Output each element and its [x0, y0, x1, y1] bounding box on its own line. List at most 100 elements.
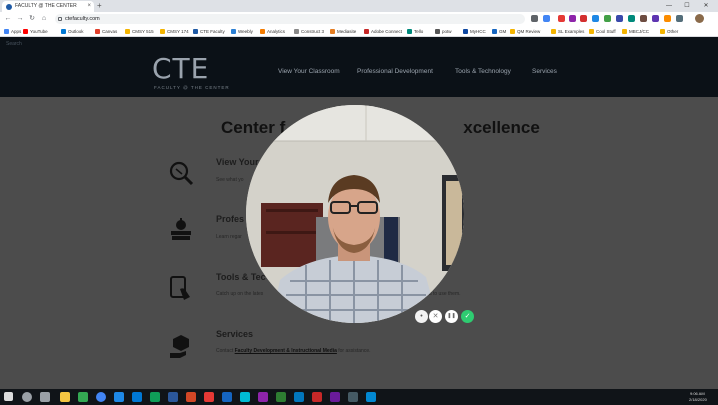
site-logo[interactable]: CTE [152, 55, 209, 83]
extension-icon[interactable] [558, 15, 565, 22]
bookmark-icon [160, 29, 165, 34]
star-icon[interactable] [543, 15, 550, 22]
bookmark-item[interactable]: SL Examples [551, 26, 584, 37]
new-tab-button[interactable]: + [97, 1, 102, 11]
bookmark-item[interactable]: Construct 3 [294, 26, 324, 37]
outlook-icon[interactable] [132, 392, 142, 402]
extension-icon[interactable] [628, 15, 635, 22]
bookmark-item[interactable]: Cool Stuff [589, 26, 616, 37]
bookmark-item[interactable]: potw [435, 26, 452, 37]
service-title[interactable]: Profes [216, 214, 244, 224]
share-icon[interactable] [531, 15, 538, 22]
bookmark-item[interactable]: CMSY 515 [125, 26, 154, 37]
windows-taskbar: 9:06 AM 2/18/2020 [0, 389, 718, 405]
file-explorer-icon[interactable] [60, 392, 70, 402]
bookmark-label: Analytics [267, 29, 286, 34]
lock-icon [58, 17, 62, 21]
bookmark-item[interactable]: Mediasite [330, 26, 356, 37]
site-search-link[interactable]: Search [6, 41, 22, 47]
close-window-button[interactable]: ✕ [699, 0, 713, 12]
extension-icon[interactable] [580, 15, 587, 22]
minimize-button[interactable]: — [662, 0, 676, 12]
bookmark-label: Tello [414, 29, 424, 34]
bookmark-item[interactable]: YouTube [23, 26, 48, 37]
extension-icon[interactable] [592, 15, 599, 22]
url-text: ctefaculty.com [65, 16, 100, 22]
app-icon[interactable] [276, 392, 286, 402]
tab-close-icon[interactable]: × [87, 1, 91, 12]
webcam-preview[interactable] [246, 105, 464, 323]
service-title[interactable]: View Your [216, 157, 259, 167]
bookmark-item[interactable]: Analytics [260, 26, 285, 37]
app-icon[interactable] [204, 392, 214, 402]
bookmark-item[interactable]: CMSY 174 [160, 26, 189, 37]
service-title[interactable]: Services [216, 329, 253, 339]
bookmark-icon [660, 29, 665, 34]
camera-confirm-button[interactable]: ✓ [461, 310, 474, 323]
powerpoint-icon[interactable] [186, 392, 196, 402]
app-icon[interactable] [222, 392, 232, 402]
bookmark-icon [294, 29, 299, 34]
address-bar[interactable]: ctefaculty.com [55, 14, 525, 24]
bookmark-label: Outlook [68, 29, 84, 34]
bookmark-item[interactable]: Other [660, 26, 678, 37]
start-button-icon[interactable] [4, 392, 13, 401]
bookmark-item[interactable]: MBCJ/CC [622, 26, 649, 37]
app-icon[interactable] [312, 392, 322, 402]
service-title[interactable]: Tools & Tec [216, 272, 266, 282]
task-view-icon[interactable] [40, 392, 50, 402]
bookmark-item[interactable]: Weebly [231, 26, 253, 37]
apple-books-icon [171, 218, 191, 240]
app-icon[interactable] [294, 392, 304, 402]
bookmark-item[interactable]: Outlook [61, 26, 84, 37]
faculty-development-link[interactable]: Faculty Development & Instructional Medi… [235, 348, 337, 354]
back-button[interactable]: ← [3, 12, 13, 26]
extension-icon[interactable] [664, 15, 671, 22]
bookmark-item[interactable]: Adobe Connect [364, 26, 402, 37]
word-icon[interactable] [168, 392, 178, 402]
extension-icon[interactable] [676, 15, 683, 22]
camera-cancel-button[interactable]: ✕ [429, 310, 442, 323]
chrome-icon[interactable] [96, 392, 106, 402]
bookmark-item[interactable]: Tello [407, 26, 423, 37]
reload-button[interactable]: ↻ [27, 12, 37, 26]
profile-avatar[interactable] [695, 14, 704, 23]
home-button[interactable]: ⌂ [39, 12, 49, 26]
maximize-button[interactable]: ☐ [680, 0, 694, 12]
bookmark-item[interactable]: GM [492, 26, 506, 37]
app-icon[interactable] [330, 392, 340, 402]
app-icon[interactable] [258, 392, 268, 402]
bookmark-item[interactable]: QM Review [510, 26, 540, 37]
bookmark-item[interactable]: MyHCC [463, 26, 486, 37]
app-icon[interactable] [348, 392, 358, 402]
camera-menu-icon[interactable]: • [415, 310, 428, 323]
app-icon[interactable] [240, 392, 250, 402]
bookmark-item[interactable]: Canvas [95, 26, 117, 37]
bookmark-item[interactable]: Apps [4, 26, 21, 37]
bookmark-icon [193, 29, 198, 34]
browser-tab[interactable]: FACULTY @ THE CENTER × [2, 1, 94, 12]
app-icon[interactable] [150, 392, 160, 402]
extension-icon[interactable] [569, 15, 576, 22]
taskbar-time[interactable]: 9:06 AM [690, 391, 705, 396]
nav-tools-technology[interactable]: Tools & Technology [455, 68, 511, 75]
taskbar-date[interactable]: 2/18/2020 [689, 397, 707, 402]
extension-icon[interactable] [652, 15, 659, 22]
extension-icon[interactable] [616, 15, 623, 22]
app-icon[interactable] [114, 392, 124, 402]
nav-view-classroom[interactable]: View Your Classroom [278, 68, 340, 75]
nav-services[interactable]: Services [532, 68, 557, 75]
bookmark-icon [407, 29, 412, 34]
forward-button[interactable]: → [15, 12, 25, 26]
extension-icon[interactable] [640, 15, 647, 22]
bookmark-item[interactable]: CTE Faculty [193, 26, 225, 37]
search-icon[interactable] [22, 392, 32, 402]
extension-icon[interactable] [604, 15, 611, 22]
app-icon[interactable] [78, 392, 88, 402]
bookmark-label: Apps [11, 29, 22, 34]
edge-icon[interactable] [366, 392, 376, 402]
nav-professional-development[interactable]: Professional Development [357, 68, 433, 75]
bookmark-icon [260, 29, 265, 34]
camera-pause-button[interactable]: ❚❚ [445, 310, 458, 323]
bookmark-icon [330, 29, 335, 34]
